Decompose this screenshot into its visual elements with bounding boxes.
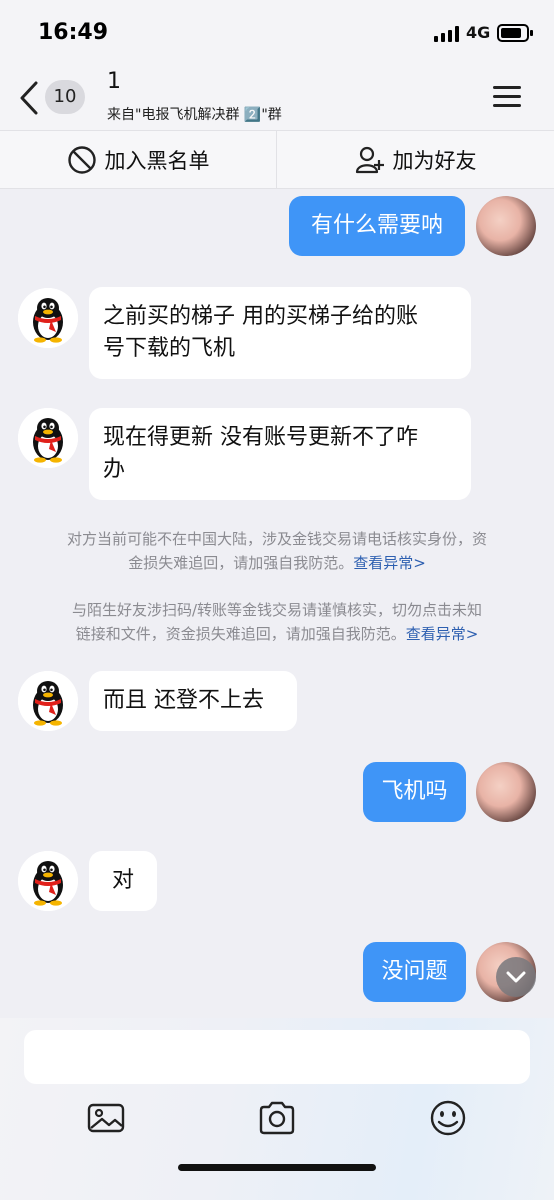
message-bubble-incoming[interactable]: 对 [89,851,157,911]
my-avatar[interactable] [476,196,536,256]
message-line: 现在得更新 没有账号更新不了咋 [103,425,418,450]
message-line: 号下载的飞机 [103,336,236,361]
message-bubble-incoming[interactable]: 而且 还登不上去 [89,671,297,731]
contact-avatar[interactable] [18,851,78,911]
contact-avatar[interactable] [18,408,78,468]
chat-subtitle: 来自"电报飞机解决群 2️⃣"群 [107,107,282,123]
message-bubble-outgoing[interactable]: 有什么需要呐 [289,196,465,256]
notice-line: 金损失难追回，请加强自我防范。 [128,554,354,572]
message-bubble-outgoing[interactable]: 没问题 [363,942,466,1002]
input-area [0,1018,554,1200]
status-time: 16:49 [38,20,109,45]
security-notice: 与陌生好友涉扫码/转账等金钱交易请谨慎核实，切勿点击未知 链接和文件，资金损失难… [24,598,530,646]
view-anomaly-link[interactable]: 查看异常> [406,625,479,643]
chevron-left-icon [20,81,38,115]
signal-icon [434,26,460,42]
hamburger-menu-icon[interactable] [493,86,521,108]
notice-line: 对方当前可能不在中国大陆，涉及金钱交易请电话核实身份，资 [66,530,487,548]
notice-line: 与陌生好友涉扫码/转账等金钱交易请谨慎核实，切勿点击未知 [71,601,483,619]
message-bubble-incoming[interactable]: 之前买的梯子 用的买梯子给的账 号下载的飞机 [89,287,471,379]
message-input[interactable] [24,1030,530,1084]
chat-title: 1 [107,69,121,94]
back-button[interactable]: 10 [18,78,90,118]
message-line: 办 [103,457,126,482]
security-notice: 对方当前可能不在中国大陆，涉及金钱交易请电话核实身份，资 金损失难追回，请加强自… [24,527,530,575]
image-icon[interactable] [86,1098,126,1138]
home-indicator [178,1164,376,1171]
add-friend-label: 加为好友 [392,149,477,173]
status-bar: 16:49 4G [0,0,554,62]
my-avatar[interactable] [476,762,536,822]
contact-avatar[interactable] [18,288,78,348]
scroll-to-bottom-button[interactable] [496,957,536,997]
unread-count-badge: 10 [45,80,85,114]
add-user-icon [355,146,384,174]
battery-icon [497,24,533,42]
add-to-blacklist-button[interactable]: 加入黑名单 [0,131,276,189]
network-label: 4G [466,23,491,42]
emoji-icon[interactable] [428,1098,468,1138]
add-to-blacklist-label: 加入黑名单 [104,149,210,173]
notice-line: 链接和文件，资金损失难追回，请加强自我防范。 [75,625,406,643]
block-icon [67,146,96,174]
nav-bar: 10 1 来自"电报飞机解决群 2️⃣"群 [0,62,554,130]
camera-icon[interactable] [257,1098,297,1138]
message-line: 之前买的梯子 用的买梯子给的账 [103,304,418,329]
message-bubble-outgoing[interactable]: 飞机吗 [363,762,466,822]
chevron-down-icon [506,971,526,983]
message-bubble-incoming[interactable]: 现在得更新 没有账号更新不了咋 办 [89,408,471,500]
contact-avatar[interactable] [18,671,78,731]
add-friend-button[interactable]: 加为好友 [277,131,554,189]
view-anomaly-link[interactable]: 查看异常> [353,554,426,572]
action-bar: 加入黑名单 加为好友 [0,130,554,189]
